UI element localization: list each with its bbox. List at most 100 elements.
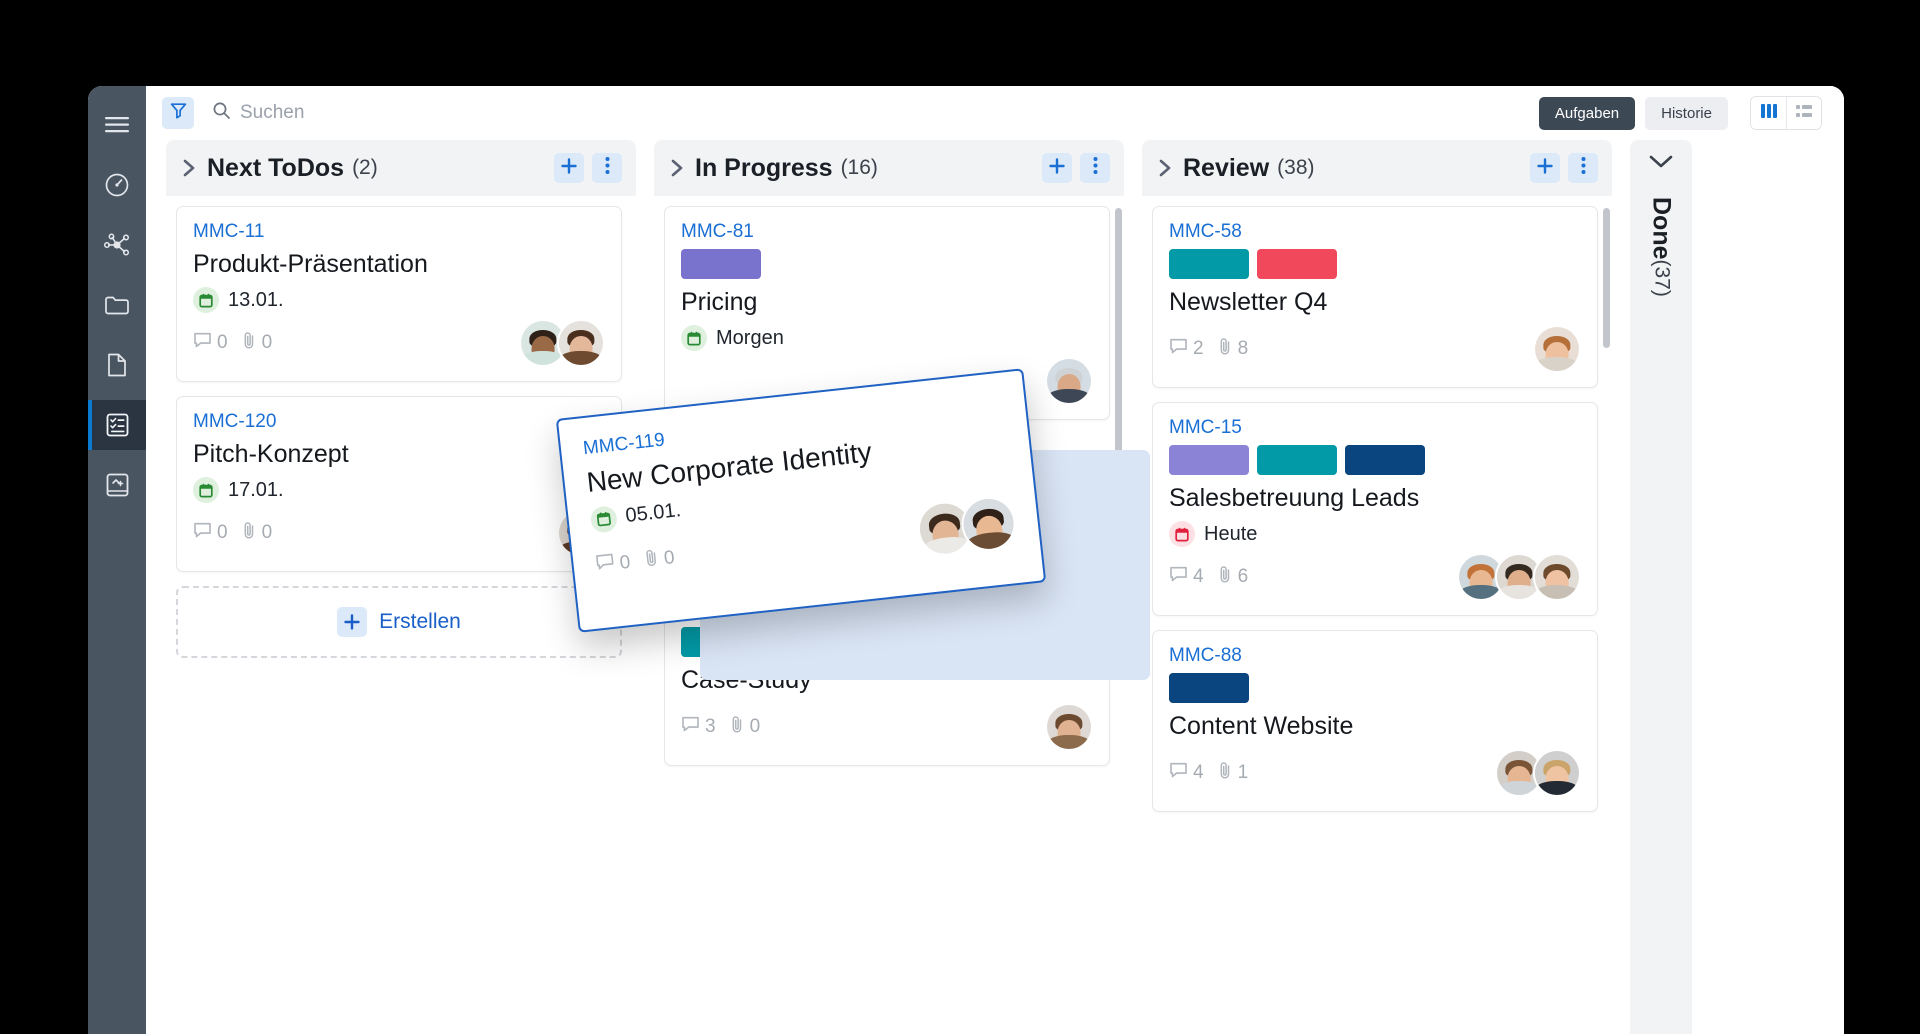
attachment-count: 1 (1218, 761, 1248, 785)
label-chip (1169, 673, 1249, 703)
card-key: MMC-11 (193, 221, 265, 242)
column-title: Done(37) (1647, 197, 1676, 297)
comment-icon (193, 332, 212, 355)
card-key: MMC-81 (681, 221, 754, 242)
chevron-down-icon[interactable] (1648, 154, 1674, 175)
label-chip (1169, 249, 1249, 279)
card-footer: 3 0 (681, 703, 1093, 751)
avatar[interactable] (1045, 357, 1093, 405)
sidebar-item-menu[interactable] (88, 100, 146, 150)
calendar-icon (193, 287, 219, 313)
card-title: Pitch-Konzept (193, 440, 349, 468)
attachment-value: 0 (662, 546, 676, 569)
avatar[interactable] (1533, 325, 1581, 373)
view-list-button[interactable] (1786, 97, 1821, 129)
column-actions (1042, 153, 1110, 183)
search-input[interactable] (240, 102, 1539, 124)
sidebar-item-tasks[interactable] (88, 400, 146, 450)
add-card-button[interactable] (1530, 153, 1560, 183)
calendar-icon (681, 325, 707, 351)
column-title: In Progress (695, 153, 833, 182)
sidebar-item-network[interactable] (88, 220, 146, 270)
dashboard-gauge-icon (104, 172, 130, 198)
tab-historie[interactable]: Historie (1645, 96, 1728, 130)
table-row[interactable]: MMC-120 Pitch-Konzept 17.01. 0 0 (176, 396, 622, 572)
paperclip-icon (242, 521, 257, 545)
column-count: (38) (1277, 156, 1315, 179)
column-title-text: Done (1647, 197, 1676, 260)
sidebar-item-folders[interactable] (88, 280, 146, 330)
card-title: Pricing (681, 288, 758, 316)
column-menu-button[interactable] (592, 153, 622, 183)
card-title: Newsletter Q4 (1169, 288, 1328, 316)
column-menu-button[interactable] (1568, 153, 1598, 183)
column-actions (554, 153, 622, 183)
calendar-icon (589, 504, 619, 534)
column-menu-button[interactable] (1080, 153, 1110, 183)
avatar[interactable] (958, 493, 1019, 554)
paperclip-icon (1218, 337, 1233, 361)
comment-icon (1169, 338, 1188, 361)
column-scrollbar[interactable] (1603, 208, 1610, 348)
assignee-avatars (1457, 553, 1581, 601)
avatar[interactable] (1533, 749, 1581, 797)
table-row[interactable]: MMC-11 Produkt-Präsentation 13.01. 0 0 (176, 206, 622, 382)
document-icon (106, 352, 128, 378)
column-done-collapsed[interactable]: Done(37) (1630, 140, 1692, 1034)
card-due-date: Morgen (681, 325, 1093, 351)
assignee-avatars (915, 493, 1019, 558)
add-card-button[interactable] (554, 153, 584, 183)
column-header: In Progress (16) (654, 140, 1124, 196)
sidebar-item-documents[interactable] (88, 340, 146, 390)
attachment-value: 8 (1237, 338, 1249, 359)
filter-icon (170, 102, 187, 124)
more-vertical-icon (1581, 156, 1586, 180)
table-row[interactable]: MMC-15 Salesbetreuung Leads Heute 4 6 (1152, 402, 1598, 616)
chevron-right-icon[interactable] (670, 158, 685, 178)
card-footer: 0 0 (193, 319, 605, 367)
paperclip-icon (242, 331, 257, 355)
label-chip (1257, 249, 1337, 279)
comment-value: 3 (705, 716, 716, 737)
card-due-date: 17.01. (193, 477, 605, 503)
assignee-avatars (1045, 703, 1093, 751)
paperclip-icon (1218, 761, 1233, 785)
more-vertical-icon (1093, 156, 1098, 180)
paperclip-icon (1218, 565, 1233, 589)
tab-aufgaben[interactable]: Aufgaben (1538, 96, 1636, 130)
table-row[interactable]: MMC-58 Newsletter Q4 2 8 (1152, 206, 1598, 388)
comment-icon (595, 553, 616, 578)
card-title: Content Website (1169, 712, 1354, 740)
card-title: Salesbetreuung Leads (1169, 484, 1420, 512)
folder-icon (104, 294, 130, 316)
chevron-right-icon[interactable] (182, 158, 197, 178)
add-card-button[interactable] (1042, 153, 1072, 183)
plus-icon (337, 607, 368, 637)
create-card-button[interactable]: Erstellen (176, 586, 622, 658)
avatar[interactable] (1045, 703, 1093, 751)
assignee-avatars (1533, 325, 1581, 373)
avatar[interactable] (557, 319, 605, 367)
comment-count: 4 (1169, 566, 1204, 589)
due-date-text: 17.01. (228, 478, 284, 501)
list-view-icon (1795, 103, 1813, 124)
table-row[interactable]: MMC-88 Content Website 4 1 (1152, 630, 1598, 812)
search-area[interactable] (212, 101, 1539, 125)
sidebar-item-knowledge[interactable] (88, 460, 146, 510)
comment-count: 2 (1169, 338, 1204, 361)
card-meta: 0 0 (193, 331, 280, 355)
attachment-value: 0 (261, 522, 273, 543)
avatar[interactable] (1533, 553, 1581, 601)
card-due-date: Heute (1169, 521, 1581, 547)
comment-count: 3 (681, 716, 716, 739)
card-meta: 3 0 (681, 715, 768, 739)
chevron-right-icon[interactable] (1158, 158, 1173, 178)
card-key: MMC-120 (193, 411, 277, 432)
sidebar-item-dashboard[interactable] (88, 160, 146, 210)
filter-button[interactable] (162, 97, 194, 129)
label-chip (1345, 445, 1425, 475)
view-board-button[interactable] (1751, 97, 1786, 129)
card-meta: 4 1 (1169, 761, 1256, 785)
card-labels (681, 249, 1093, 279)
calendar-icon (193, 477, 219, 503)
